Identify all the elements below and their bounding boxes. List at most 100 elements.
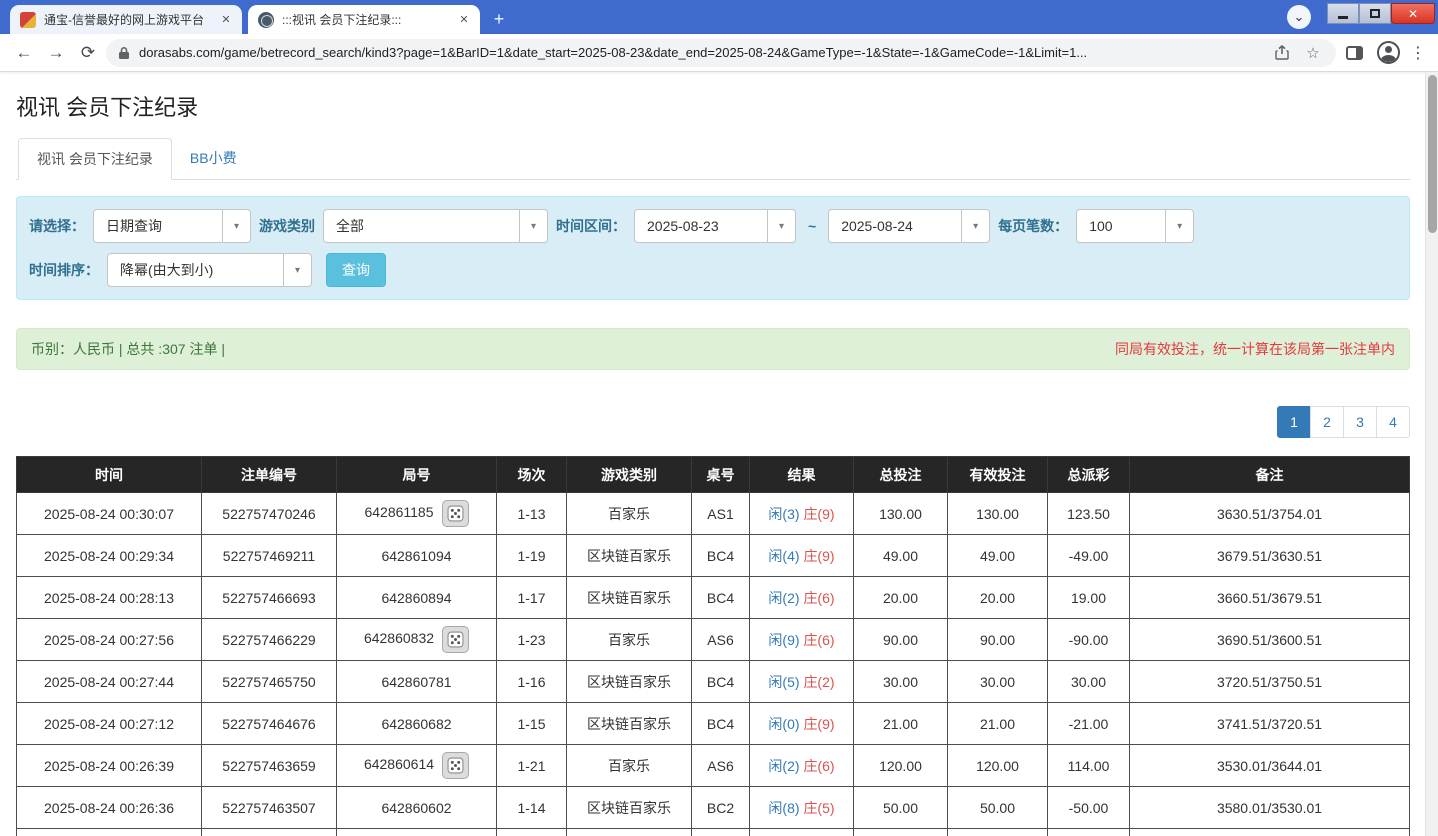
cell-game: 百家乐 — [566, 744, 692, 787]
share-icon[interactable] — [1271, 45, 1293, 60]
result-player: 闲(9) — [768, 631, 800, 648]
per-page-select[interactable]: 100 ▾ — [1076, 209, 1195, 243]
query-button[interactable]: 查询 — [326, 253, 386, 287]
date-start-select[interactable]: 2025-08-23 ▾ — [634, 209, 796, 243]
cell-table_no: AS6 — [691, 618, 750, 661]
valid-bet-notice-text: 同局有效投注，统一计算在该局第一张注单内 — [1115, 341, 1395, 357]
table-row: 2025-08-24 00:26:39 522757463659 642860614… — [16, 744, 1410, 787]
pagination-page-1[interactable]: 1 — [1277, 406, 1311, 438]
round-id-text: 642860602 — [381, 799, 452, 816]
cell-time: 2025-08-24 00:26:33 — [16, 828, 202, 836]
round-result-dice-icon[interactable] — [442, 752, 470, 779]
table-row: 2025-08-24 00:29:34 522757469211 642861094… — [16, 534, 1410, 577]
cell-time: 2025-08-24 00:27:12 — [16, 702, 202, 745]
new-tab-button[interactable]: + — [486, 6, 512, 32]
chevron-down-icon[interactable]: ▾ — [283, 254, 311, 286]
pagination-page-3[interactable]: 3 — [1343, 406, 1377, 438]
url-bar[interactable]: dorasabs.com/game/betrecord_search/kind3… — [106, 38, 1336, 67]
cell-session: 1-14 — [496, 828, 567, 836]
cell-session: 1-13 — [496, 492, 567, 535]
side-panel-icon[interactable] — [1346, 45, 1363, 60]
window-minimize-button[interactable] — [1327, 3, 1359, 24]
cell-total_bet[interactable]: 49.00 — [853, 534, 948, 577]
cell-bet_id: 522757464676 — [201, 702, 337, 745]
result-player: 闲(2) — [768, 589, 800, 606]
forward-button[interactable]: → — [42, 39, 70, 67]
cell-valid_bet: 120.00 — [947, 744, 1048, 787]
cell-bet_id: 522757465750 — [201, 660, 337, 703]
cell-time: 2025-08-24 00:28:13 — [16, 576, 202, 619]
cell-time: 2025-08-24 00:26:36 — [16, 786, 202, 829]
bookmark-star-icon[interactable]: ☆ — [1302, 44, 1324, 62]
cell-session: 1-14 — [496, 786, 567, 829]
cell-total_bet[interactable]: 20.00 — [853, 576, 948, 619]
lock-icon[interactable] — [118, 46, 130, 60]
cell-round_id: 642861185 — [336, 492, 497, 535]
browser-tab-bet-records[interactable]: :::视讯 会员下注纪录::: ✕ — [248, 5, 480, 34]
cell-round_id: 642860602 — [336, 786, 497, 829]
cell-game: 区块链百家乐 — [566, 702, 692, 745]
cell-session: 1-15 — [496, 702, 567, 745]
tab-bet-records[interactable]: 视讯 会员下注纪录 — [18, 138, 172, 180]
tab-bb-tips[interactable]: BB小费 — [172, 138, 255, 180]
round-result-dice-icon[interactable] — [442, 626, 470, 653]
result-player: 闲(3) — [768, 505, 800, 522]
cell-result: 闲(5) 庄(9) — [749, 828, 854, 836]
tab-close-icon[interactable]: ✕ — [218, 12, 234, 28]
minimize-icon — [1338, 16, 1348, 19]
reload-button[interactable]: ⟳ — [74, 39, 102, 67]
cell-result: 闲(4) 庄(9) — [749, 534, 854, 577]
cell-game: 区块链百家乐 — [566, 534, 692, 577]
pagination-page-4[interactable]: 4 — [1376, 406, 1410, 438]
cell-total_bet[interactable]: 50.00 — [853, 786, 948, 829]
cell-total_bet[interactable]: 130.00 — [853, 492, 948, 535]
cell-note: 3679.51/3630.51 — [1129, 534, 1410, 577]
window-maximize-button[interactable] — [1359, 3, 1391, 24]
result-banker: 庄(9) — [803, 505, 835, 522]
column-header: 游戏类别 — [566, 456, 692, 493]
cell-time: 2025-08-24 00:26:39 — [16, 744, 202, 787]
round-id-text: 642860832 — [363, 630, 435, 647]
profile-avatar[interactable] — [1377, 41, 1400, 64]
cell-total_bet[interactable]: 21.00 — [853, 702, 948, 745]
window-close-button[interactable]: ✕ — [1391, 3, 1435, 24]
date-end-select[interactable]: 2025-08-24 ▾ — [828, 209, 991, 243]
back-button[interactable]: ← — [10, 39, 38, 67]
tab-close-icon[interactable]: ✕ — [456, 12, 472, 28]
cell-time: 2025-08-24 00:27:56 — [16, 618, 202, 661]
chevron-down-icon[interactable]: ▾ — [222, 210, 250, 242]
game-type-select[interactable]: 全部 ▾ — [323, 209, 548, 243]
cell-valid_bet: 30.00 — [947, 660, 1048, 703]
cell-bet_id: 522757466693 — [201, 576, 337, 619]
column-header: 有效投注 — [947, 456, 1048, 493]
browser-menu-icon[interactable]: ⋮ — [1408, 43, 1428, 63]
round-result-dice-icon[interactable] — [441, 500, 469, 527]
scrollbar-thumb[interactable] — [1428, 75, 1437, 233]
browser-tab-home[interactable]: 通宝-信誉最好的网上游戏平台 ✕ — [10, 5, 242, 34]
cell-note: 3630.51/3754.01 — [1129, 492, 1410, 535]
pagination-page-2[interactable]: 2 — [1310, 406, 1344, 438]
table-row: 2025-08-24 00:27:12 522757464676 642860682… — [16, 702, 1410, 745]
cell-total_bet[interactable]: 120.00 — [853, 744, 948, 787]
chevron-down-icon[interactable]: ▾ — [961, 210, 990, 242]
table-body: 2025-08-24 00:30:07 522757470246 642861185… — [16, 492, 1410, 836]
cell-table_no: BC4 — [691, 534, 750, 577]
cell-note: 3741.51/3720.51 — [1129, 702, 1410, 745]
vertical-scrollbar[interactable] — [1425, 72, 1438, 836]
cell-total_bet[interactable]: 90.00 — [853, 618, 948, 661]
cell-bet_id: 522757463507 — [201, 786, 337, 829]
table-row: 2025-08-24 00:27:56 522757466229 642860832… — [16, 618, 1410, 661]
cell-result: 闲(3) 庄(9) — [749, 492, 854, 535]
sort-order-select[interactable]: 降幂(由大到小) ▾ — [107, 253, 312, 287]
tab-search-chevron-icon[interactable]: ⌄ — [1287, 5, 1311, 29]
chevron-down-icon[interactable]: ▾ — [519, 210, 547, 242]
round-id-text: 642860682 — [381, 715, 452, 732]
page-title: 视讯 会员下注纪录 — [16, 95, 199, 120]
cell-total_bet[interactable]: 30.00 — [853, 660, 948, 703]
query-type-select[interactable]: 日期查询 ▾ — [93, 209, 251, 243]
chevron-down-icon[interactable]: ▾ — [767, 210, 795, 242]
result-banker: 庄(2) — [803, 673, 835, 690]
cell-total_bet[interactable]: 50.00 — [853, 828, 948, 836]
cell-round_id: 642860614 — [336, 744, 497, 787]
chevron-down-icon[interactable]: ▾ — [1165, 210, 1194, 242]
